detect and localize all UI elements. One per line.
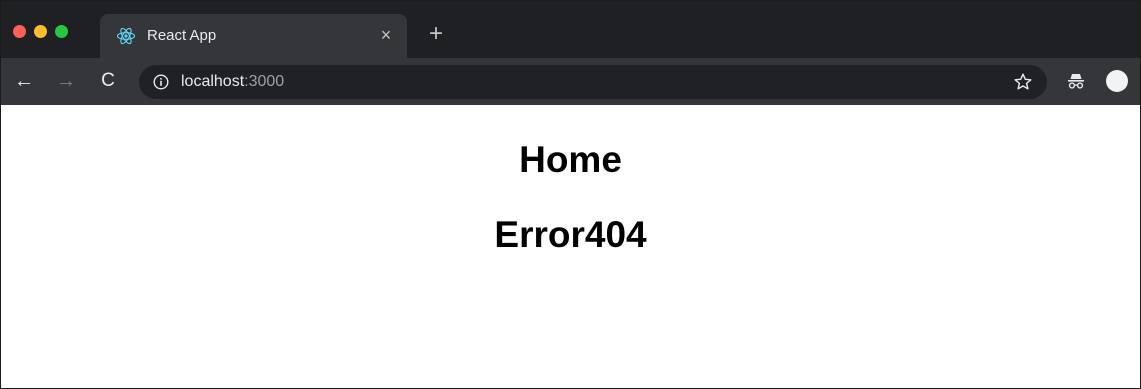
- browser-window: React App × + ← → C localhost:3000 Home …: [0, 0, 1141, 389]
- url-text[interactable]: localhost:3000: [181, 73, 284, 91]
- info-icon[interactable]: [153, 74, 169, 90]
- back-button[interactable]: ←: [13, 70, 35, 92]
- close-window-button[interactable]: [13, 25, 26, 38]
- reload-button[interactable]: C: [97, 70, 119, 92]
- react-logo-icon: [116, 27, 136, 45]
- bookmark-star-icon[interactable]: [1013, 72, 1033, 92]
- forward-button[interactable]: →: [55, 70, 77, 92]
- browser-toolbar: ← → C localhost:3000: [1, 58, 1140, 105]
- tab-react-app[interactable]: React App ×: [100, 14, 407, 58]
- tab-close-icon[interactable]: ×: [375, 24, 397, 46]
- url-host: localhost: [181, 73, 245, 90]
- page-content: Home Error404: [1, 105, 1140, 388]
- tab-title: React App: [147, 27, 217, 44]
- heading-error: Error404: [494, 214, 647, 255]
- address-bar[interactable]: localhost:3000: [139, 65, 1047, 99]
- heading-home: Home: [519, 139, 622, 180]
- incognito-icon[interactable]: [1065, 70, 1087, 92]
- tab-strip: React App × +: [1, 1, 1140, 58]
- zoom-window-button[interactable]: [55, 25, 68, 38]
- minimize-window-button[interactable]: [34, 25, 47, 38]
- new-tab-button[interactable]: +: [424, 22, 448, 47]
- url-port: :3000: [244, 73, 285, 90]
- profile-avatar[interactable]: [1106, 70, 1128, 92]
